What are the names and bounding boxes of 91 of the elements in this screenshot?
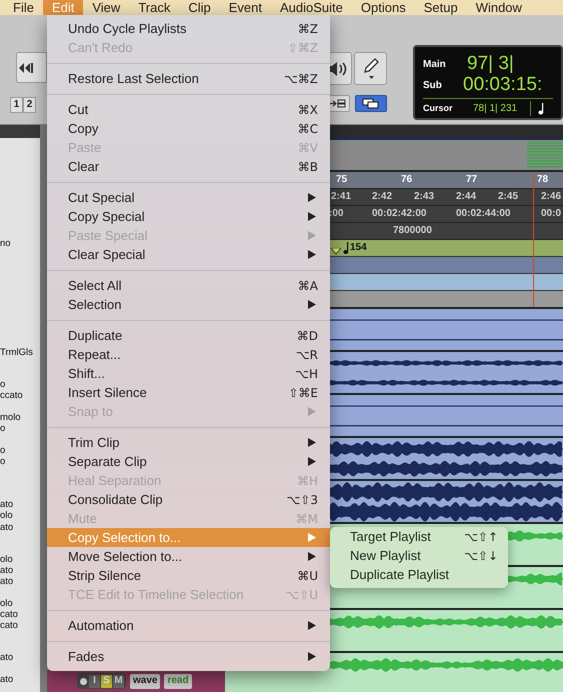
- menu-bar-item[interactable]: Event: [220, 0, 271, 15]
- window-toggle-button[interactable]: [355, 95, 388, 112]
- menu-item[interactable]: Copy Special: [47, 207, 330, 226]
- menu-item[interactable]: Automation: [47, 616, 330, 635]
- track-name: no: [0, 238, 12, 248]
- time-label: 2:43: [414, 191, 434, 203]
- timecode-label: 00:02:42:00: [372, 208, 426, 220]
- track-name: ato: [0, 522, 14, 532]
- menu-item[interactable]: Duplicate ⌘D: [47, 326, 330, 345]
- zoom-preset-button[interactable]: 1: [10, 97, 23, 113]
- pencil-button[interactable]: [354, 52, 388, 85]
- track-name: ato: [0, 564, 14, 576]
- time-label: 2:46: [541, 191, 562, 203]
- track-name: TrmlGls: [0, 346, 34, 358]
- menu-item[interactable]: Fades: [47, 647, 330, 666]
- track-name: molo: [0, 412, 22, 422]
- menu-item[interactable]: Cut ⌘X: [47, 100, 330, 119]
- record-dot-icon: [79, 676, 88, 686]
- zoom-preset-button[interactable]: 2: [23, 97, 36, 113]
- menu-bar-item[interactable]: Track: [129, 0, 180, 15]
- cursor-label: Cursor: [423, 102, 454, 115]
- note-icon: [342, 242, 349, 254]
- menu-item[interactable]: Select All ⌘A: [47, 276, 330, 295]
- track-name: ccato: [0, 390, 24, 400]
- track-name: ato: [0, 576, 14, 586]
- track-name: o: [0, 456, 6, 466]
- timecode-label: 00:0: [541, 208, 562, 220]
- menu-item[interactable]: Shift... ⌥H: [47, 364, 330, 383]
- track-name: olo: [0, 554, 14, 564]
- menu-item[interactable]: Insert Silence ⇧⌘E: [47, 383, 330, 402]
- menu-item[interactable]: Selection: [47, 295, 330, 314]
- track-name: o: [0, 444, 6, 456]
- menu-item[interactable]: Cut Special: [47, 188, 330, 207]
- menu-item[interactable]: Copy ⌘C: [47, 119, 330, 138]
- pencil-icon: [362, 58, 380, 80]
- cursor-value: 78| 1| 231: [473, 101, 531, 116]
- windows-icon: [362, 98, 380, 109]
- menu-bar-item[interactable]: AudioSuite: [271, 0, 352, 15]
- bar-number: 77: [466, 174, 478, 186]
- menu-item[interactable]: Trim Clip: [47, 433, 330, 452]
- track-name: olo: [0, 510, 14, 520]
- menu-bar-item[interactable]: Options: [352, 0, 415, 15]
- tempo-marker-icon: [331, 248, 341, 254]
- time-label: 2:42: [372, 191, 392, 203]
- nav-button[interactable]: [16, 52, 47, 83]
- view-selector[interactable]: wave: [130, 674, 160, 688]
- time-label: 2:45: [498, 191, 518, 203]
- menu-item[interactable]: Separate Clip: [47, 452, 330, 471]
- menu-item[interactable]: New Playlist ⌥⇧↓: [330, 546, 508, 565]
- track-name: ato: [0, 674, 14, 684]
- menu-bar-item[interactable]: File: [4, 0, 43, 15]
- note-icon: [537, 102, 545, 114]
- time-label: 2:44: [456, 191, 476, 203]
- input-button[interactable]: I: [89, 674, 100, 688]
- sub-counter-label: Sub: [423, 78, 443, 92]
- menu-item[interactable]: Move Selection to...: [47, 547, 330, 566]
- track-name: cato: [0, 620, 19, 630]
- menu-item[interactable]: Target Playlist ⌥⇧↑: [330, 527, 508, 546]
- menu-item[interactable]: Clear ⌘B: [47, 157, 330, 176]
- menu-bar-item[interactable]: View: [83, 0, 130, 15]
- track-name: o: [0, 422, 6, 434]
- menu-item[interactable]: Strip Silence ⌘U: [47, 566, 330, 585]
- menu-item[interactable]: Duplicate Playlist: [330, 565, 508, 584]
- menu-bar-item[interactable]: Clip: [179, 0, 220, 15]
- menu-item[interactable]: Consolidate Clip ⌥⇧3: [47, 490, 330, 509]
- mute-button[interactable]: M: [113, 674, 124, 688]
- timecode-label: 00:02:44:00: [456, 208, 510, 220]
- menu-item[interactable]: Restore Last Selection ⌥⌘Z: [47, 69, 330, 88]
- sub-counter-value: 00:03:15:: [463, 75, 542, 95]
- menu-item[interactable]: Repeat... ⌥R: [47, 345, 330, 364]
- panel-header: [0, 125, 40, 138]
- bar-number: 76: [401, 174, 412, 186]
- track-name: ato: [0, 652, 14, 662]
- track-name: o: [0, 378, 6, 390]
- main-counter-label: Main: [423, 58, 447, 72]
- bar-number: 78: [537, 174, 548, 186]
- track-name: olo: [0, 598, 14, 608]
- level-meter-drawing: [527, 142, 563, 168]
- sample-label: 7800000: [393, 225, 432, 237]
- track-name: ato: [0, 498, 14, 510]
- timecode-label: :00: [329, 208, 344, 220]
- menu-bar-item[interactable]: Window: [466, 0, 531, 15]
- track-name: cato: [0, 608, 19, 620]
- time-label: 2:41: [331, 191, 352, 203]
- main-counter-value: 97| 3|: [467, 53, 514, 75]
- tempo-value: 154: [350, 243, 367, 253]
- bar-number: 75: [336, 174, 348, 186]
- menu-item[interactable]: Undo Cycle Playlists ⌘Z: [47, 19, 330, 38]
- menu-bar-item[interactable]: Setup: [414, 0, 467, 15]
- menu-item[interactable]: Clear Special: [47, 245, 330, 264]
- rewind-icon: [19, 60, 33, 74]
